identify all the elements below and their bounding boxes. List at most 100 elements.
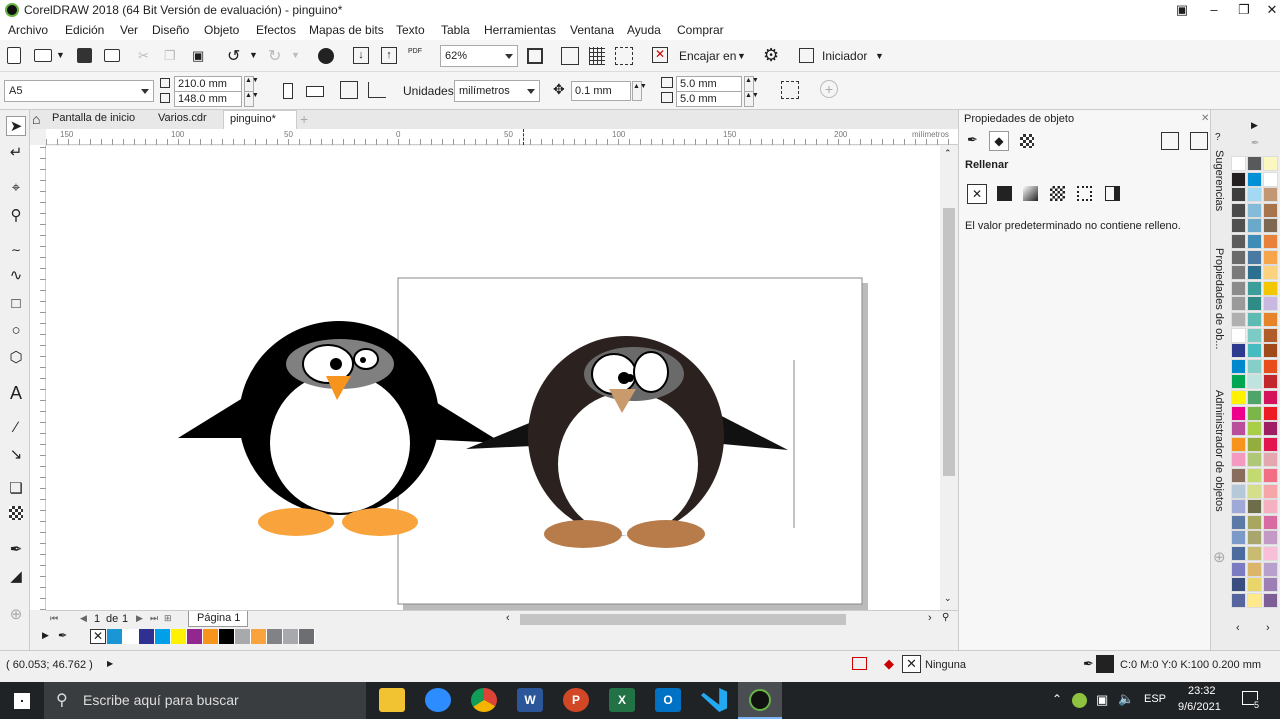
palette-swatch[interactable] xyxy=(1247,436,1262,452)
palette-swatch[interactable] xyxy=(1247,249,1262,265)
add-tool-icon[interactable]: ⊕ xyxy=(6,605,26,625)
full-screen-icon[interactable] xyxy=(527,48,543,64)
palette-swatch[interactable] xyxy=(1247,265,1262,281)
tab-propiedades[interactable]: Propiedades de ob... xyxy=(1213,248,1225,350)
transparency-icon[interactable] xyxy=(9,506,23,520)
palette-swatch[interactable] xyxy=(1263,187,1278,203)
freehand-tool-icon[interactable]: ∼ xyxy=(6,240,26,260)
launcher-icon[interactable] xyxy=(799,48,814,63)
open-folder-icon[interactable] xyxy=(34,49,52,62)
zoom-level-select[interactable]: 62% xyxy=(440,45,518,67)
palette-swatch[interactable] xyxy=(1263,452,1278,468)
text-tool-icon[interactable]: A xyxy=(6,383,26,403)
palette-swatch[interactable] xyxy=(1247,327,1262,343)
status-flyout-icon[interactable]: ▶ xyxy=(107,659,113,668)
palette-swatch[interactable] xyxy=(1247,280,1262,296)
corel-connect-icon[interactable] xyxy=(318,48,334,64)
menu-ver[interactable]: Ver xyxy=(120,23,138,37)
palette-swatch[interactable] xyxy=(1247,530,1262,546)
palette-swatch[interactable] xyxy=(1263,561,1278,577)
width-stepper[interactable]: ▲▼ xyxy=(244,76,259,92)
texture-fill-icon[interactable] xyxy=(1077,186,1092,201)
palette-swatch[interactable] xyxy=(1263,171,1278,187)
outlook-icon[interactable]: O xyxy=(655,688,681,712)
zoom-icon[interactable] xyxy=(425,688,451,712)
palette-swatch[interactable] xyxy=(1231,312,1246,327)
crop-tool-icon[interactable]: ⌖ xyxy=(6,178,26,198)
palette-swatch[interactable] xyxy=(1263,218,1278,234)
palette-swatch[interactable] xyxy=(187,629,203,644)
palette-swatch[interactable] xyxy=(1231,202,1246,218)
page-width-field[interactable]: 210.0 mm xyxy=(174,76,242,92)
palette-swatch[interactable] xyxy=(1247,483,1262,499)
tab-varios[interactable]: Varios.cdr xyxy=(152,110,213,129)
scroll-thumb[interactable] xyxy=(943,208,955,476)
language-indicator[interactable]: ESP xyxy=(1144,693,1166,705)
height-stepper[interactable]: ▲▼ xyxy=(244,91,259,107)
palette-swatch[interactable] xyxy=(1231,421,1246,437)
palette-swatch[interactable] xyxy=(1231,296,1246,312)
windows-start-icon[interactable] xyxy=(14,693,30,709)
palette-swatch[interactable] xyxy=(1231,436,1246,452)
zoom-tool-icon[interactable]: ⚲ xyxy=(6,206,26,226)
help-icon[interactable]: ? xyxy=(1215,132,1221,143)
palette-swatch[interactable] xyxy=(1263,499,1278,515)
palette-swatch[interactable] xyxy=(1263,280,1278,296)
duplicate-x-field[interactable]: 5.0 mm xyxy=(676,76,742,92)
no-color-swatch[interactable]: ✕ xyxy=(90,629,106,644)
palette-swatch[interactable] xyxy=(171,629,187,644)
palette-swatch[interactable] xyxy=(1247,234,1262,249)
palette-swatch[interactable] xyxy=(1263,530,1278,546)
vscode-icon[interactable] xyxy=(701,688,727,712)
palette-swatch[interactable] xyxy=(1247,421,1262,437)
palette-swatch[interactable] xyxy=(1247,546,1262,561)
new-document-icon[interactable] xyxy=(7,47,21,64)
palette-swatch[interactable] xyxy=(1263,421,1278,437)
nudge-distance-field[interactable]: 0.1 mm xyxy=(571,81,631,101)
snap-to-dropdown[interactable]: Encajar en xyxy=(679,49,736,63)
menu-tabla[interactable]: Tabla xyxy=(441,23,470,37)
palette-swatch[interactable] xyxy=(1247,202,1262,218)
vertical-scrollbar[interactable]: ⌃ ⌄ xyxy=(940,146,958,610)
undo-icon[interactable]: ↺ xyxy=(227,46,240,66)
palette-swatch[interactable] xyxy=(1231,468,1246,483)
palette-swatch[interactable] xyxy=(1231,327,1246,343)
tray-app-icon[interactable] xyxy=(1072,693,1087,708)
add-tab-icon[interactable]: + xyxy=(300,111,308,127)
duplicate-y-field[interactable]: 5.0 mm xyxy=(676,91,742,107)
fill-tab-icon[interactable]: ◆ xyxy=(989,131,1009,151)
clock-time[interactable]: 23:32 xyxy=(1188,685,1216,697)
page-height-field[interactable]: 148.0 mm xyxy=(174,91,242,107)
palette-swatch[interactable] xyxy=(1247,577,1262,593)
palette-swatch[interactable] xyxy=(1231,592,1246,608)
add-page-icon[interactable]: ⊞ xyxy=(164,613,172,624)
palette-swatch[interactable] xyxy=(1247,468,1262,483)
snap-off-icon[interactable]: ✕ xyxy=(652,47,668,63)
tab-pinguino[interactable]: pinguino* xyxy=(223,110,297,129)
units-select[interactable]: milímetros xyxy=(454,80,540,102)
transparency-tab-icon[interactable] xyxy=(1020,134,1034,148)
last-page-icon[interactable]: ⏭ xyxy=(150,613,158,624)
palette-swatch[interactable] xyxy=(1231,405,1246,421)
palette-swatch[interactable] xyxy=(155,629,171,644)
drawing-canvas[interactable] xyxy=(46,146,940,610)
palette-swatch[interactable] xyxy=(1231,561,1246,577)
export-icon[interactable]: ↑ xyxy=(381,47,397,64)
palette-swatch[interactable] xyxy=(1231,483,1246,499)
palette-swatch[interactable] xyxy=(1263,156,1278,171)
palette-swatch[interactable] xyxy=(1263,390,1278,405)
palette-swatch[interactable] xyxy=(1263,436,1278,452)
network-icon[interactable]: ▣ xyxy=(1096,692,1108,708)
palette-swatch[interactable] xyxy=(1247,452,1262,468)
chevron-down-icon[interactable]: ▼ xyxy=(875,51,884,61)
menu-ayuda[interactable]: Ayuda xyxy=(627,23,661,37)
postscript-fill-icon[interactable] xyxy=(1105,186,1120,201)
palette-swatch[interactable] xyxy=(283,629,299,644)
horizontal-scroll-thumb[interactable] xyxy=(520,614,846,625)
palette-swatch[interactable] xyxy=(1263,249,1278,265)
tray-chevron-icon[interactable]: ⌃ xyxy=(1052,692,1062,706)
palette-swatch[interactable] xyxy=(1263,405,1278,421)
options-gear-icon[interactable]: ⚙ xyxy=(763,45,779,66)
palette-scroll-right-icon[interactable]: › xyxy=(1266,622,1270,634)
palette-swatch[interactable] xyxy=(1263,374,1278,390)
